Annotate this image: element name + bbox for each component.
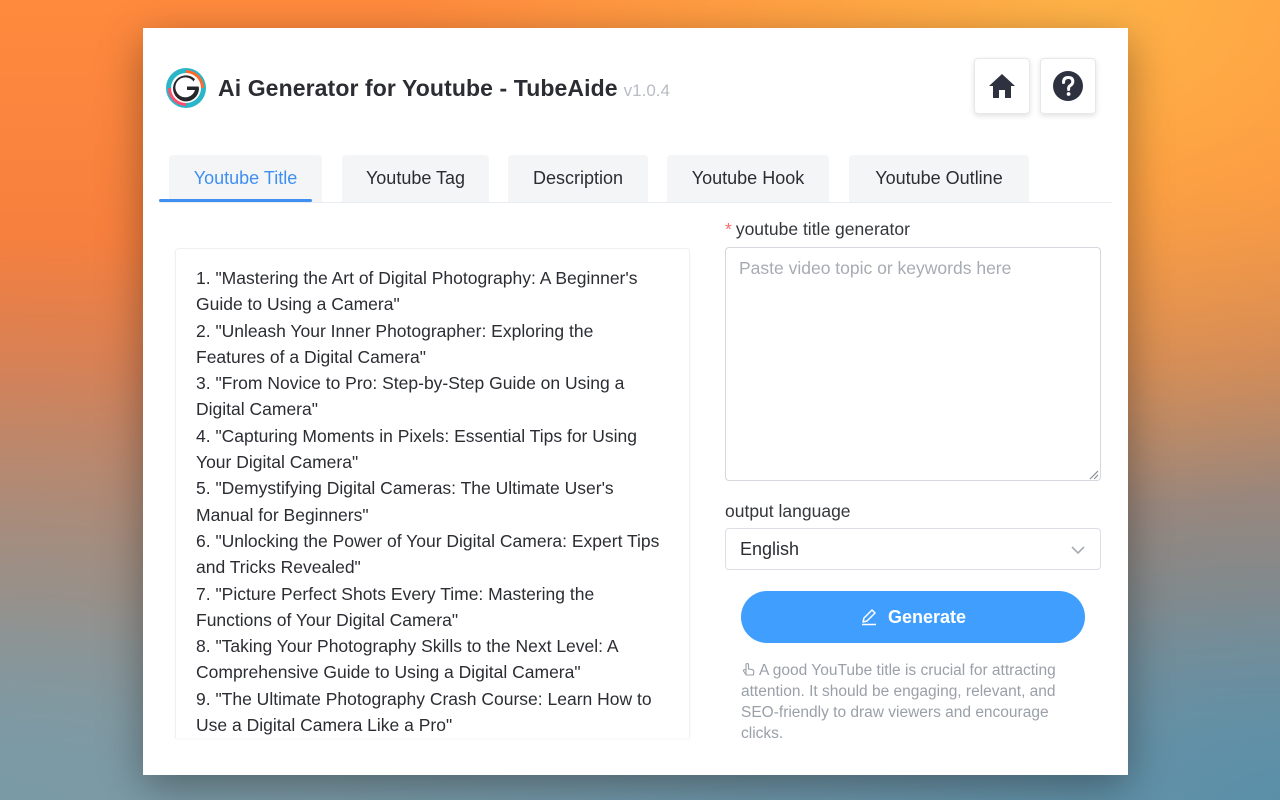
- tab-youtube-outline[interactable]: Youtube Outline: [849, 155, 1029, 202]
- help-button[interactable]: [1040, 58, 1096, 114]
- app-header: Ai Generator for Youtube - TubeAide v1.0…: [165, 66, 670, 110]
- generated-titles-output[interactable]: 1. "Mastering the Art of Digital Photogr…: [175, 248, 690, 738]
- tab-bar: Youtube Title Youtube Tag Description Yo…: [159, 155, 1112, 203]
- title-tip: A good YouTube title is crucial for attr…: [741, 660, 1081, 744]
- output-line: 1. "Mastering the Art of Digital Photogr…: [196, 268, 638, 288]
- tab-youtube-tag[interactable]: Youtube Tag: [342, 155, 489, 202]
- extension-window: Ai Generator for Youtube - TubeAide v1.0…: [143, 28, 1128, 775]
- tubeaide-logo: [166, 68, 206, 108]
- output-line: and Tricks Revealed": [196, 557, 361, 578]
- output-line: 8. "Taking Your Photography Skills to th…: [196, 636, 619, 657]
- output-line: 7. "Picture Perfect Shots Every Time: Ma…: [196, 583, 595, 604]
- output-line: Digital Camera": [196, 399, 318, 420]
- required-asterisk: *: [725, 219, 732, 239]
- output-line: Use a Digital Camera Like a Pro": [196, 715, 453, 736]
- output-line: 9. "The Ultimate Photography Crash Cours…: [196, 688, 652, 709]
- output-line: 6. "Unlocking the Power of Your Digital …: [196, 530, 660, 551]
- output-line: Manual for Beginners": [196, 504, 369, 525]
- output-line: Guide to Using a Camera": [196, 294, 400, 315]
- question-circle-icon: [1053, 71, 1083, 101]
- topic-label-text: youtube title generator: [735, 219, 910, 239]
- app-title: Ai Generator for Youtube - TubeAide: [218, 74, 618, 101]
- chevron-down-icon: [1071, 546, 1085, 555]
- resize-handle-icon[interactable]: [1087, 468, 1099, 480]
- topic-field-label: * youtube title generator: [725, 219, 910, 240]
- app-version: v1.0.4: [623, 81, 670, 100]
- language-select[interactable]: English: [725, 528, 1101, 570]
- generate-label: Generate: [887, 606, 967, 627]
- output-line: 4. "Capturing Moments in Pixels: Essenti…: [196, 425, 637, 446]
- output-line: Features of a Digital Camera": [196, 346, 426, 367]
- output-line: Your Digital Camera": [196, 452, 359, 473]
- tab-youtube-hook[interactable]: Youtube Hook: [667, 155, 829, 202]
- tab-youtube-title[interactable]: Youtube Title: [169, 155, 322, 202]
- language-selected-value: English: [740, 538, 800, 559]
- output-line: 2. "Unleash Your Inner Photographer: Exp…: [196, 320, 594, 341]
- home-icon: [989, 74, 1015, 98]
- topic-input[interactable]: [725, 247, 1101, 481]
- active-tab-indicator: [159, 199, 312, 202]
- output-line: Functions of Your Digital Camera": [196, 609, 459, 630]
- edit-pen-icon: [861, 609, 876, 626]
- output-line: 3. "From Novice to Pro: Step-by-Step Gui…: [196, 373, 625, 394]
- tab-description[interactable]: Description: [508, 155, 648, 202]
- tip-text: A good YouTube title is crucial for attr…: [741, 662, 1056, 742]
- output-line: Comprehensive Guide to Using a Digital C…: [196, 662, 581, 683]
- language-field-label: output language: [725, 501, 851, 521]
- pointing-hand-icon: [742, 662, 755, 676]
- output-line: 5. "Demystifying Digital Cameras: The Ul…: [196, 478, 614, 499]
- home-button[interactable]: [974, 58, 1030, 114]
- generate-button[interactable]: Generate: [741, 591, 1085, 643]
